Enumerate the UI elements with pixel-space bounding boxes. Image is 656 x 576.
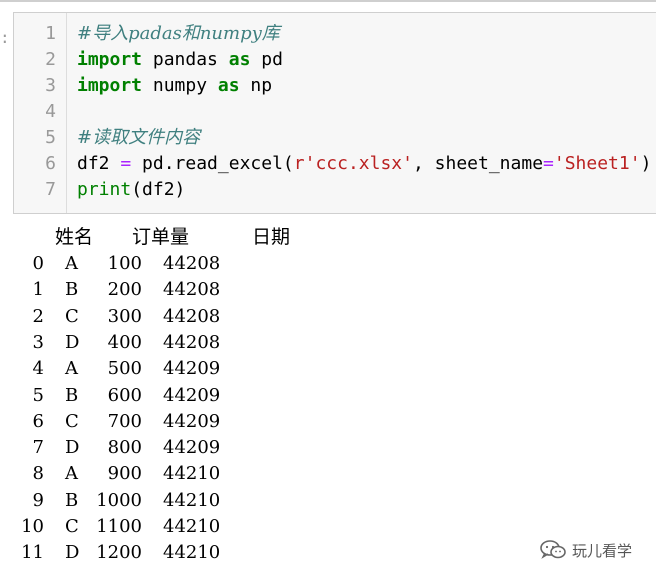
cell-orders: 100 xyxy=(107,253,142,274)
cell-date: 44209 xyxy=(163,358,221,380)
cell-name: D xyxy=(65,542,80,564)
cell-date: 44208 xyxy=(163,331,221,353)
cell-name: D xyxy=(65,437,80,459)
cell-date: 44210 xyxy=(163,516,221,537)
cell-orders: 800 xyxy=(107,437,142,459)
row-index: 11 xyxy=(21,542,44,564)
row-index: 10 xyxy=(21,516,44,537)
row-index: 3 xyxy=(32,331,44,353)
row-index: 6 xyxy=(32,410,44,432)
cell-orders: 700 xyxy=(107,410,142,432)
column-header-name: 姓名 xyxy=(55,226,94,248)
cell-name: A xyxy=(65,253,78,274)
cell-orders: 500 xyxy=(107,358,142,380)
row-index: 5 xyxy=(32,384,44,406)
cell-orders: 1000 xyxy=(96,489,142,511)
row-index: 1 xyxy=(32,279,44,301)
cell-date: 44209 xyxy=(163,410,221,432)
column-header-orders: 订单量 xyxy=(132,226,190,248)
wechat-icon xyxy=(540,540,566,559)
cell-date: 44210 xyxy=(163,463,221,485)
cell-date: 44208 xyxy=(163,305,221,327)
cell-name: B xyxy=(65,279,79,301)
cell-orders: 900 xyxy=(107,463,142,485)
cell-orders: 1100 xyxy=(96,516,142,537)
cell-date: 44208 xyxy=(163,253,221,274)
row-index: 9 xyxy=(32,489,44,511)
cell-orders: 200 xyxy=(107,279,142,301)
watermark: 玩儿看学 xyxy=(540,538,632,562)
row-index: 2 xyxy=(32,305,44,327)
cell-name: B xyxy=(65,384,79,406)
cell-orders: 600 xyxy=(107,384,142,406)
cell-name: D xyxy=(65,331,80,353)
cell-output: 姓名 订单量 日期 0 A 100 44208 1 B 200 44208 2 C 300 44208… xyxy=(0,0,656,576)
row-index: 8 xyxy=(32,463,44,485)
cell-orders: 400 xyxy=(107,331,142,353)
cell-name: C xyxy=(65,305,79,327)
cell-orders: 300 xyxy=(107,305,142,327)
cell-date: 44209 xyxy=(163,437,221,459)
cell-name: A xyxy=(65,463,78,485)
cell-date: 44210 xyxy=(163,542,221,564)
watermark-text: 玩儿看学 xyxy=(572,541,633,560)
cell-date: 44210 xyxy=(163,489,221,511)
cell-name: C xyxy=(65,516,79,537)
cell-name: B xyxy=(65,489,79,511)
cell-date: 44208 xyxy=(163,279,221,301)
row-index: 4 xyxy=(32,358,44,380)
row-index: 7 xyxy=(32,437,44,459)
cell-date: 44209 xyxy=(163,384,221,406)
column-header-date: 日期 xyxy=(252,226,291,248)
cell-orders: 1200 xyxy=(96,542,142,564)
cell-name: A xyxy=(65,358,78,380)
row-index: 0 xyxy=(32,253,44,274)
cell-name: C xyxy=(65,410,79,432)
